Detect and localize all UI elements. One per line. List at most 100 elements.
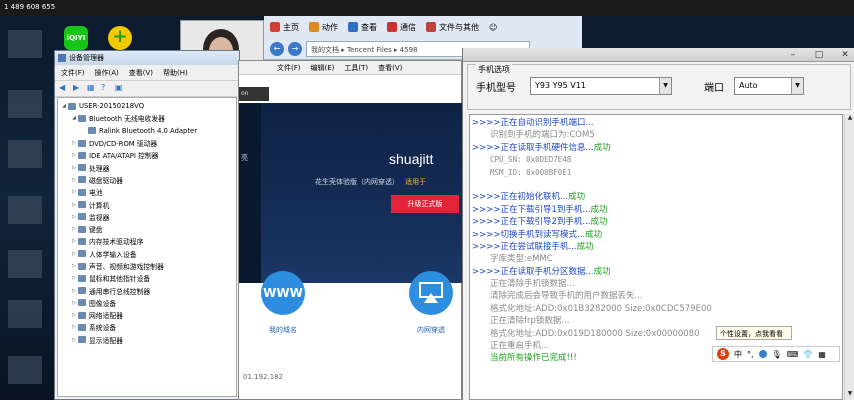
log-line: 识别到手机的端口为:COM5 <box>470 129 842 141</box>
skin-icon[interactable]: 👕 <box>803 350 813 359</box>
ime-punct[interactable]: °, <box>747 350 754 359</box>
desktop-shortcut-icon[interactable] <box>8 30 42 58</box>
emoji-icon[interactable] <box>758 350 767 358</box>
comm-button[interactable]: 通信 <box>387 22 416 33</box>
action-button[interactable]: 动作 <box>309 22 338 33</box>
collapsed-arrow-icon[interactable]: ▷ <box>70 312 78 318</box>
tree-node[interactable]: ▷ 处理器 <box>58 161 236 173</box>
tree-node[interactable]: Ralink Bluetooth 4.0 Adapter <box>58 125 236 137</box>
maximize-icon[interactable]: □ <box>814 50 824 60</box>
tools-icon[interactable]: ▦ <box>818 350 826 359</box>
tree-node[interactable]: ▷ 图像设备 <box>58 297 236 309</box>
menu-file[interactable]: 文件(F) <box>277 63 301 72</box>
iqiyi-icon[interactable]: iQIYI <box>64 26 88 50</box>
scroll-down-icon[interactable]: ▼ <box>845 390 854 400</box>
device-tree: ◢ USER-20150218VQ ◢ Bluetooth 无线电收发器 Ralink … <box>57 97 237 397</box>
device-manager-titlebar[interactable]: 设备管理器 <box>55 51 239 65</box>
tree-node[interactable]: ▷ DVD/CD-ROM 驱动器 <box>58 137 236 149</box>
tree-node[interactable]: ▷ IDE ATA/ATAPI 控制器 <box>58 149 236 161</box>
menu-help[interactable]: 帮助(H) <box>163 68 188 77</box>
collapsed-arrow-icon[interactable]: ▷ <box>70 177 78 183</box>
home-button[interactable]: 主页 <box>270 22 299 33</box>
close-icon[interactable]: ✕ <box>840 50 850 60</box>
smiley-icon[interactable]: ☺ <box>489 23 497 32</box>
port-label: 端口 <box>704 83 724 94</box>
files-button[interactable]: 文件与其他 <box>426 22 479 33</box>
properties-icon[interactable]: ▦ <box>87 83 97 93</box>
collapsed-arrow-icon[interactable]: ▷ <box>70 165 78 171</box>
log-text: 字库类型:eMMC <box>490 254 553 265</box>
menu-file[interactable]: 文件(F) <box>61 68 85 77</box>
forward-button[interactable]: → <box>288 42 302 56</box>
my-domain-item[interactable]: WWW 我的域名 <box>253 271 313 335</box>
chevron-down-icon[interactable]: ▼ <box>659 78 671 94</box>
menu-edit[interactable]: 编辑(E) <box>311 63 335 72</box>
tree-node[interactable]: ◢ USER-20150218VQ <box>58 100 236 112</box>
ime-mode[interactable]: 中 <box>734 349 742 360</box>
tree-node[interactable]: ▷ 系统设备 <box>58 321 236 333</box>
menu-view[interactable]: 查看(V) <box>378 63 402 72</box>
tree-node[interactable]: ▷ 通用串行总线控制器 <box>58 284 236 296</box>
desktop-shortcut-icon[interactable] <box>8 300 42 328</box>
expanded-arrow-icon[interactable]: ◢ <box>70 115 78 121</box>
tree-node[interactable]: ▷ 人体学输入设备 <box>58 248 236 260</box>
tree-node[interactable]: ▷ 声音、视频和游戏控制器 <box>58 260 236 272</box>
expanded-arrow-icon[interactable]: ◢ <box>60 103 68 109</box>
tree-node[interactable]: ▷ 磁盘驱动器 <box>58 174 236 186</box>
explorer-toolbar: 主页 动作 查看 通信 文件与其他 ☺ <box>264 16 582 38</box>
collapsed-arrow-icon[interactable]: ▷ <box>70 189 78 195</box>
keyboard-icon[interactable]: ⌨ <box>787 350 799 359</box>
menu-view[interactable]: 查看(V) <box>129 68 153 77</box>
collapsed-arrow-icon[interactable]: ▷ <box>70 300 78 306</box>
model-select[interactable]: Y93 Y95 V11 ▼ <box>530 77 672 95</box>
desktop-shortcut-icon[interactable] <box>8 196 42 224</box>
port-select[interactable]: Auto ▼ <box>734 77 804 95</box>
plus-app-icon[interactable]: + <box>108 26 132 50</box>
tree-node[interactable]: ▷ 键盘 <box>58 223 236 235</box>
back-button[interactable]: ← <box>270 42 284 56</box>
tree-node[interactable]: ▷ 显示适配器 <box>58 334 236 346</box>
intranet-item[interactable]: 内网穿透 <box>401 271 461 335</box>
mic-icon[interactable]: 🎙 <box>772 350 782 359</box>
tree-node[interactable]: ◢ Bluetooth 无线电收发器 <box>58 112 236 124</box>
sogou-logo-icon[interactable]: S <box>717 348 729 360</box>
back-icon[interactable]: ◀ <box>59 83 69 93</box>
collapsed-arrow-icon[interactable]: ▷ <box>70 288 78 294</box>
collapsed-arrow-icon[interactable]: ▷ <box>70 337 78 343</box>
tencent-window: 文件(F) 编辑(E) 工具(T) 查看(V) on 亮 shuajitt 花生… <box>238 60 463 400</box>
collapsed-arrow-icon[interactable]: ▷ <box>70 214 78 220</box>
collapsed-arrow-icon[interactable]: ▷ <box>70 324 78 330</box>
minimize-icon[interactable]: – <box>788 50 798 60</box>
tree-node[interactable]: ▷ 鼠标和其他指针设备 <box>58 272 236 284</box>
collapsed-arrow-icon[interactable]: ▷ <box>70 238 78 244</box>
tree-node[interactable]: ▷ 监视器 <box>58 211 236 223</box>
menu-tools[interactable]: 工具(T) <box>344 63 368 72</box>
view-button[interactable]: 查看 <box>348 22 377 33</box>
tree-node[interactable]: ▷ 电池 <box>58 186 236 198</box>
tool-titlebar[interactable]: – □ ✕ <box>463 48 854 62</box>
upgrade-button[interactable]: 升级正式版 <box>391 195 459 213</box>
scan-icon[interactable]: ▣ <box>115 83 125 93</box>
desktop-shortcut-icon[interactable] <box>8 250 42 278</box>
forward-icon[interactable]: ▶ <box>73 83 83 93</box>
collapsed-arrow-icon[interactable]: ▷ <box>70 275 78 281</box>
desktop-shortcut-icon[interactable] <box>8 140 42 168</box>
help-icon[interactable]: ? <box>101 83 111 93</box>
desktop-shortcut-icon[interactable] <box>8 356 42 384</box>
collapsed-arrow-icon[interactable]: ▷ <box>70 263 78 269</box>
collapsed-arrow-icon[interactable]: ▷ <box>70 202 78 208</box>
chevron-down-icon[interactable]: ▼ <box>791 78 803 94</box>
tree-node[interactable]: ▷ 计算机 <box>58 198 236 210</box>
collapsed-arrow-icon[interactable]: ▷ <box>70 226 78 232</box>
scroll-up-icon[interactable]: ▲ <box>845 114 854 124</box>
collapsed-arrow-icon[interactable]: ▷ <box>70 251 78 257</box>
collapsed-arrow-icon[interactable]: ▷ <box>70 152 78 158</box>
device-category-icon <box>78 213 86 221</box>
tree-node[interactable]: ▷ 网络适配器 <box>58 309 236 321</box>
desktop-shortcut-icon[interactable] <box>8 90 42 118</box>
log-scrollbar[interactable]: ▲ ▼ <box>844 114 854 400</box>
tree-node[interactable]: ▷ 内存技术驱动程序 <box>58 235 236 247</box>
menu-action[interactable]: 操作(A) <box>95 68 119 77</box>
subtitle-link[interactable]: 适用于 <box>405 178 426 186</box>
collapsed-arrow-icon[interactable]: ▷ <box>70 140 78 146</box>
